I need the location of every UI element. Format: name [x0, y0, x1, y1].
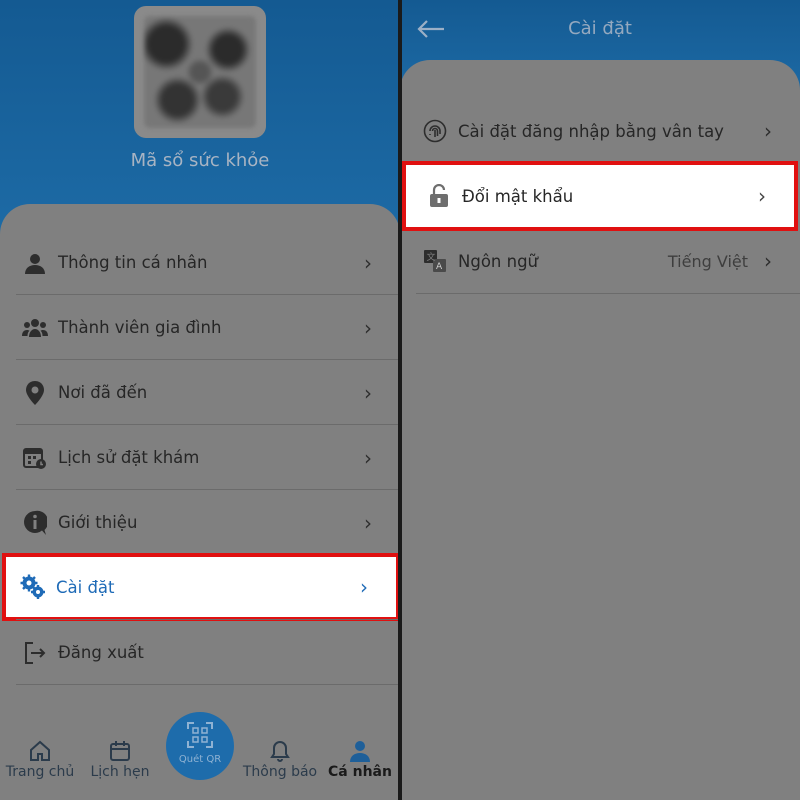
setting-change-password[interactable]: Đổi mật khẩu › — [402, 161, 798, 231]
menu-item-family-members[interactable]: Thành viên gia đình › — [16, 295, 400, 360]
health-qr-code[interactable] — [134, 6, 266, 138]
menu-item-logout[interactable]: Đăng xuất — [16, 620, 400, 685]
nav-appointments[interactable]: Lịch hẹn — [80, 738, 160, 780]
menu-item-about[interactable]: Giới thiệu › — [16, 490, 400, 555]
menu-item-label: Lịch sử đặt khám — [58, 448, 200, 467]
setting-language[interactable]: 文A Ngôn ngữ Tiếng Việt › — [416, 228, 800, 294]
logout-icon — [22, 640, 48, 666]
menu-item-label: Cài đặt — [56, 577, 115, 597]
chevron-right-icon: › — [364, 445, 372, 470]
chevron-right-icon: › — [764, 119, 772, 143]
svg-text:A: A — [436, 262, 443, 272]
calendar-history-icon — [22, 445, 48, 471]
scan-qr-button[interactable]: Quét QR — [166, 712, 234, 780]
calendar-icon — [80, 738, 160, 764]
nav-notifications[interactable]: Thông báo — [240, 738, 320, 780]
nav-label: Thông báo — [242, 764, 318, 780]
chevron-right-icon: › — [364, 380, 372, 405]
nav-label: Trang chủ — [5, 764, 75, 780]
gear-icon — [20, 574, 46, 600]
svg-text:文: 文 — [427, 251, 436, 263]
panel-divider — [398, 0, 402, 800]
location-pin-icon — [22, 380, 48, 406]
chevron-right-icon: › — [364, 250, 372, 275]
menu-item-label: Đăng xuất — [58, 643, 144, 662]
setting-label: Cài đặt đăng nhập bằng vân tay — [458, 121, 724, 141]
qr-image — [144, 16, 256, 128]
home-icon — [0, 738, 80, 764]
qr-caption: Mã sổ sức khỏe — [130, 150, 270, 171]
chevron-right-icon: › — [360, 575, 368, 599]
nav-home[interactable]: Trang chủ — [0, 738, 80, 780]
divider — [416, 293, 800, 294]
menu-item-places-visited[interactable]: Nơi đã đến › — [16, 360, 400, 425]
language-icon: 文A — [422, 248, 448, 274]
bell-icon — [240, 738, 320, 764]
language-value: Tiếng Việt — [667, 251, 748, 271]
nav-label: Cá nhân — [328, 764, 392, 780]
menu-item-personal-info[interactable]: Thông tin cá nhân › — [16, 230, 400, 295]
menu-item-label: Thành viên gia đình — [58, 318, 222, 337]
menu-item-label: Giới thiệu — [58, 513, 138, 532]
menu-item-settings[interactable]: Cài đặt › — [2, 553, 400, 621]
setting-label: Đổi mật khẩu — [462, 186, 574, 206]
family-icon — [22, 315, 48, 341]
menu-item-label: Thông tin cá nhân — [58, 253, 208, 272]
qr-scan-icon — [166, 722, 234, 750]
divider — [16, 684, 400, 685]
page-title: Cài đặt — [568, 18, 632, 39]
user-icon — [320, 738, 400, 764]
menu-item-label: Nơi đã đến — [58, 383, 148, 402]
profile-screen: Mã sổ sức khỏe Thông tin cá nhân › Thành… — [0, 0, 400, 800]
setting-fingerprint-login[interactable]: Cài đặt đăng nhập bằng vân tay › — [416, 98, 800, 164]
menu-item-booking-history[interactable]: Lịch sử đặt khám › — [16, 425, 400, 490]
settings-screen: Cài đặt Cài đặt đăng nhập bằng vân tay ›… — [400, 0, 800, 800]
fingerprint-icon — [422, 118, 448, 144]
person-icon — [22, 250, 48, 276]
chevron-right-icon: › — [758, 184, 766, 208]
nav-profile[interactable]: Cá nhân — [320, 738, 400, 780]
info-icon — [22, 510, 48, 536]
setting-label: Ngôn ngữ — [458, 251, 539, 271]
lock-icon — [426, 183, 452, 209]
chevron-right-icon: › — [764, 249, 772, 273]
nav-label: Lịch hẹn — [90, 764, 150, 780]
scan-qr-label: Quét QR — [178, 754, 222, 765]
chevron-right-icon: › — [364, 510, 372, 535]
chevron-right-icon: › — [364, 315, 372, 340]
